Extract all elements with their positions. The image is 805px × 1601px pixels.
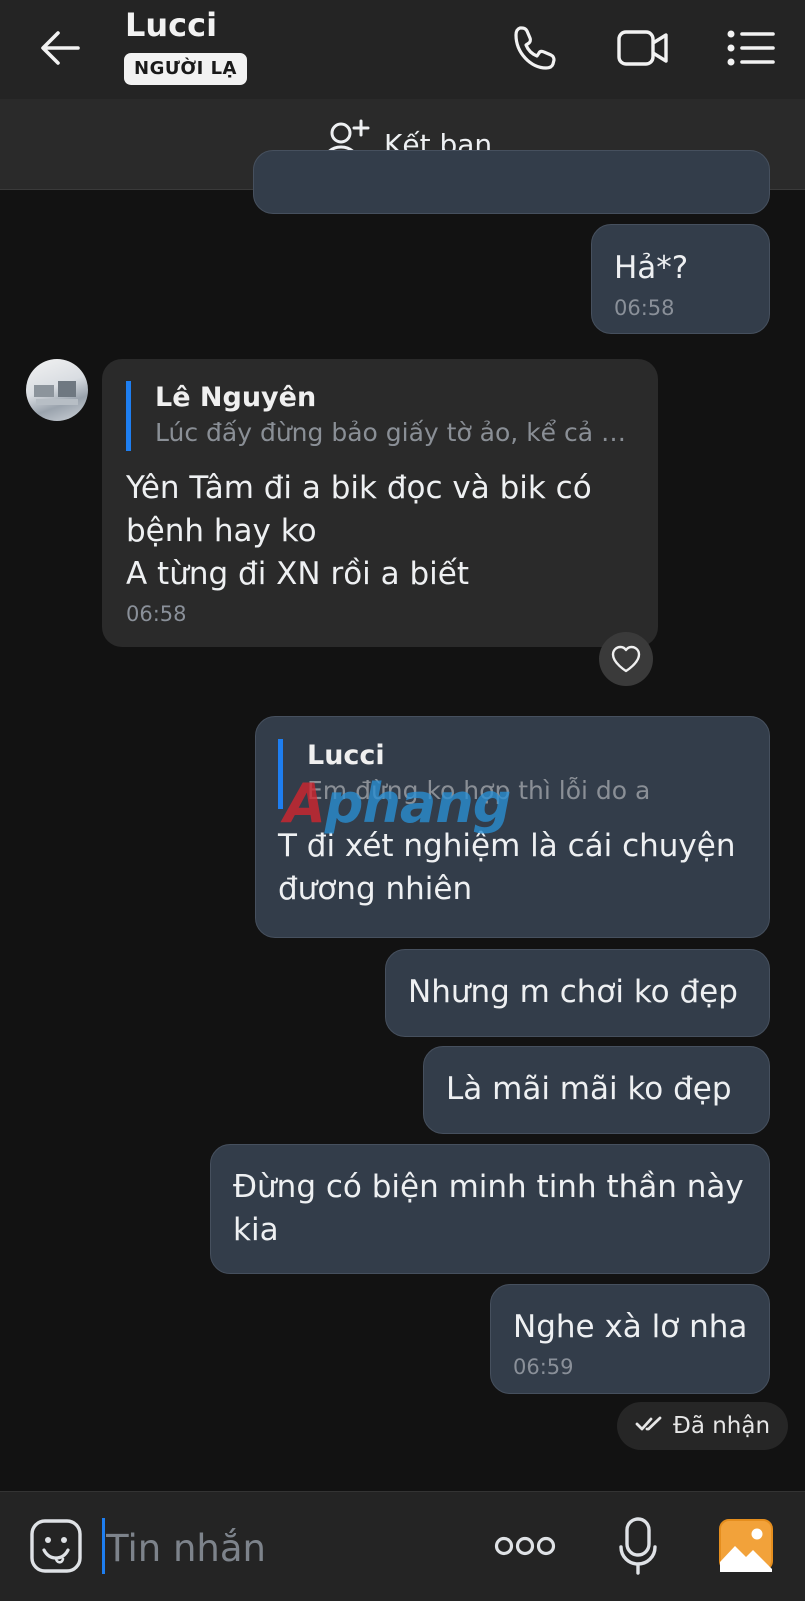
message-bubble-partial[interactable]	[253, 150, 770, 214]
message-text: Hả*?	[614, 250, 689, 286]
message-time: 06:59	[513, 1355, 574, 1379]
message-time: 06:58	[614, 296, 675, 320]
message-input[interactable]	[106, 1520, 446, 1576]
text-caret	[102, 1518, 105, 1574]
message-text: Yên Tâm đi a bik đọc và bik có bệnh hay …	[126, 470, 592, 592]
chat-header	[0, 0, 805, 99]
message-text: Là mãi mãi ko đẹp	[446, 1071, 732, 1107]
message-bubble[interactable]: Hả*? 06:58	[591, 224, 770, 334]
message-bubble[interactable]: Nhưng m chơi ko đẹp	[385, 949, 770, 1037]
video-call-icon[interactable]	[616, 22, 668, 74]
double-check-icon	[635, 1413, 663, 1439]
message-text: T đi xét nghiệm là cái chuyện đương nhiê…	[278, 828, 736, 907]
image-gallery-icon[interactable]	[718, 1518, 774, 1578]
back-arrow-icon[interactable]	[38, 26, 82, 70]
phone-call-icon[interactable]	[510, 22, 562, 74]
menu-list-icon[interactable]	[726, 22, 778, 74]
message-bubble[interactable]: Lê Nguyên Lúc đấy đừng bảo giấy tờ ảo, k…	[102, 359, 658, 647]
reply-quote[interactable]: Lê Nguyên Lúc đấy đừng bảo giấy tờ ảo, k…	[126, 381, 634, 451]
quote-author: Lucci	[307, 740, 385, 771]
message-bubble[interactable]: Đừng có biện minh tinh thần này kia	[210, 1144, 770, 1274]
delivery-status: Đã nhận	[617, 1402, 789, 1450]
message-bubble[interactable]: Lucci Em đừng ko hợp thì lỗi do a T đi x…	[255, 716, 770, 938]
message-time: 06:58	[126, 602, 187, 626]
message-bubble[interactable]: Là mãi mãi ko đẹp	[423, 1046, 770, 1134]
quote-text: Lúc đấy đừng bảo giấy tờ ảo, kể cả t...	[155, 418, 634, 447]
emoji-sticker-icon[interactable]	[29, 1518, 83, 1578]
heart-reaction-icon[interactable]	[599, 632, 653, 686]
stranger-badge: NGƯỜI LẠ	[124, 53, 247, 85]
message-text: Đừng có biện minh tinh thần này kia	[233, 1169, 744, 1248]
contact-name[interactable]: Lucci	[125, 6, 217, 44]
reply-quote[interactable]: Lucci Em đừng ko hợp thì lỗi do a	[278, 739, 747, 809]
delivery-status-label: Đã nhận	[673, 1413, 771, 1439]
quote-author: Lê Nguyên	[155, 382, 317, 413]
avatar[interactable]	[26, 359, 88, 421]
message-text: Nghe xà lơ nha	[513, 1309, 748, 1345]
more-options-icon[interactable]	[494, 1534, 556, 1562]
message-text: Nhưng m chơi ko đẹp	[408, 974, 738, 1010]
quote-text: Em đừng ko hợp thì lỗi do a	[307, 776, 651, 805]
microphone-icon[interactable]	[618, 1516, 658, 1580]
message-bubble[interactable]: Nghe xà lơ nha 06:59	[490, 1284, 770, 1394]
